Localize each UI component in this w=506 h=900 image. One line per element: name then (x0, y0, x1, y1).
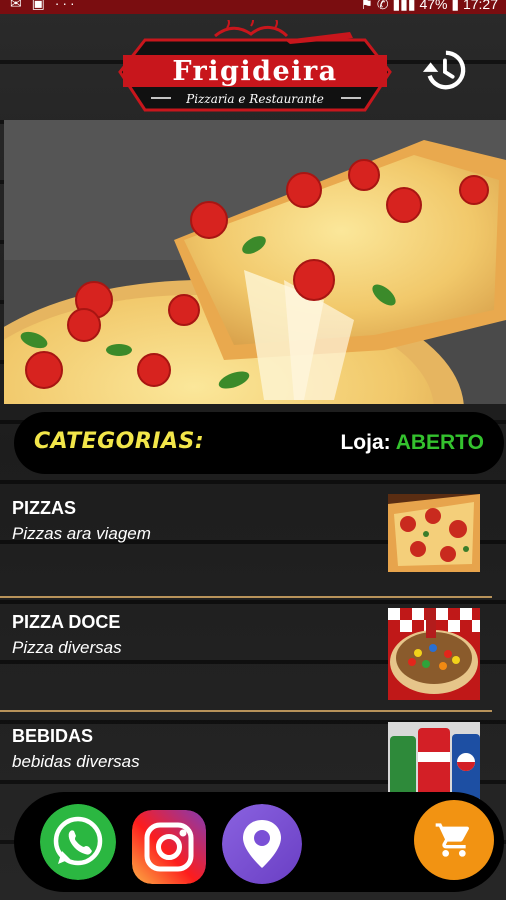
whatsapp-icon (40, 804, 116, 880)
order-history-button[interactable] (418, 44, 470, 96)
cart-icon (435, 823, 470, 857)
category-thumbnail (388, 494, 480, 572)
history-icon (422, 50, 466, 90)
status-bar-left: ✉ ▣ ··· (10, 0, 78, 11)
category-thumbnail (388, 722, 480, 802)
category-name: PIZZAS (12, 498, 77, 518)
logo-tagline: Pizzaria e Restaurante (185, 92, 324, 106)
whatsapp-button[interactable] (40, 804, 116, 880)
category-item-pizzas[interactable]: PIZZAS Pizzas ara viagem (0, 484, 506, 599)
app-logo: Frigideira Pizzaria e Restaurante (115, 15, 395, 120)
store-status-value: ABERTO (395, 431, 484, 454)
categories-header: CATEGORIAS: Loja: ABERTO (14, 412, 504, 474)
store-status: Loja: ABERTO (340, 431, 484, 455)
category-description: Pizza diversas (12, 638, 122, 657)
category-description: Pizzas ara viagem (12, 524, 151, 543)
status-bar-right: ⚑ ✆ ▮▮▮ 47% ▮ 17:27 (360, 0, 498, 12)
category-description: bebidas diversas (12, 752, 140, 771)
status-bar: ✉ ▣ ··· ⚑ ✆ ▮▮▮ 47% ▮ 17:27 (0, 0, 506, 14)
store-status-label: Loja: (340, 431, 391, 454)
location-button[interactable] (222, 804, 302, 884)
logo-wordmark: Frigideira (172, 56, 337, 87)
cart-button[interactable] (414, 800, 494, 880)
categories-title: CATEGORIAS: (34, 429, 205, 454)
category-item-pizza-doce[interactable]: PIZZA DOCE Pizza diversas (0, 598, 506, 713)
category-thumbnail (388, 608, 480, 700)
instagram-button[interactable] (132, 810, 206, 884)
category-name: PIZZA DOCE (12, 612, 121, 632)
location-icon (222, 804, 302, 884)
instagram-icon (132, 810, 206, 884)
category-name: BEBIDAS (12, 726, 94, 746)
hero-banner-image (4, 120, 506, 404)
